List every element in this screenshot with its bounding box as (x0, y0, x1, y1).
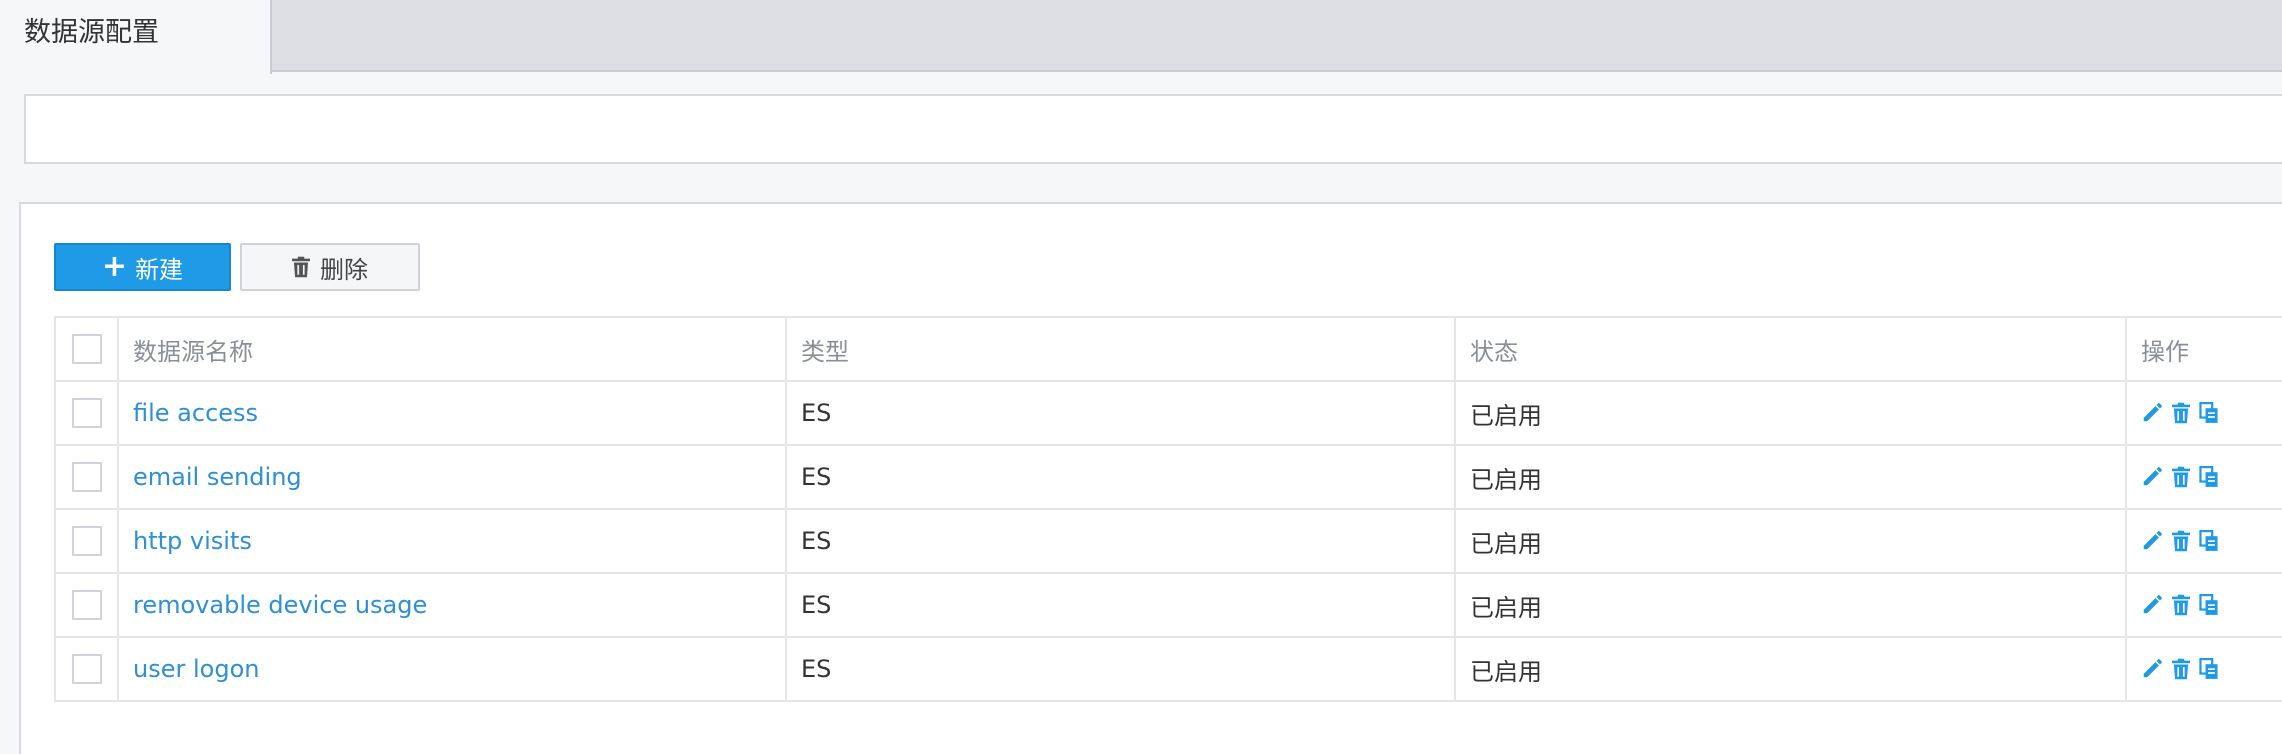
row-type: ES (785, 572, 1456, 638)
row-select-cell (54, 572, 119, 638)
row-type: ES (785, 444, 1456, 510)
row-actions-cell (2125, 444, 2282, 510)
row-status: 已启用 (1454, 444, 2127, 510)
trash-icon[interactable] (2172, 402, 2190, 424)
table-row: email sending ES 已启用 (54, 444, 2282, 510)
row-actions-cell (2125, 572, 2282, 638)
copy-icon[interactable] (2199, 530, 2219, 552)
edit-icon[interactable] (2141, 530, 2163, 552)
data-source-name-link[interactable]: file access (133, 399, 258, 427)
copy-icon[interactable] (2199, 594, 2219, 616)
row-status: 已启用 (1454, 508, 2127, 574)
data-source-name-link[interactable]: http visits (133, 527, 252, 555)
select-all-checkbox[interactable] (71, 334, 102, 364)
row-checkbox[interactable] (71, 398, 102, 428)
row-status: 已启用 (1454, 380, 2127, 446)
copy-icon[interactable] (2199, 402, 2219, 424)
edit-icon[interactable] (2141, 466, 2163, 488)
row-status: 已启用 (1454, 636, 2127, 702)
trash-icon[interactable] (2172, 658, 2190, 680)
row-name-cell: file access (117, 380, 787, 446)
header-type[interactable]: 类型 (785, 316, 1456, 382)
header-name[interactable]: 数据源名称 (117, 316, 787, 382)
row-type: ES (785, 636, 1456, 702)
tab-bar (0, 0, 2282, 72)
header-select-cell (54, 316, 119, 382)
tab-data-source-config[interactable]: 数据源配置 (0, 0, 272, 74)
table-row: user logon ES 已启用 (54, 636, 2282, 702)
row-checkbox[interactable] (71, 462, 102, 492)
header-status[interactable]: 状态 (1454, 316, 2127, 382)
data-source-table: 数据源名称 类型 状态 操作 file access ES 已启用 email … (54, 316, 2282, 702)
new-button[interactable]: + 新建 (54, 243, 231, 291)
edit-icon[interactable] (2141, 658, 2163, 680)
row-checkbox[interactable] (71, 654, 102, 684)
row-name-cell: user logon (117, 636, 787, 702)
table-row: removable device usage ES 已启用 (54, 572, 2282, 638)
plus-icon: + (101, 249, 128, 284)
row-type: ES (785, 380, 1456, 446)
trash-icon (292, 256, 310, 278)
table-header-row: 数据源名称 类型 状态 操作 (54, 316, 2282, 382)
row-actions-cell (2125, 380, 2282, 446)
row-name-cell: http visits (117, 508, 787, 574)
filter-panel (24, 94, 2282, 164)
row-name-cell: email sending (117, 444, 787, 510)
row-type: ES (785, 508, 1456, 574)
row-select-cell (54, 444, 119, 510)
trash-icon[interactable] (2172, 466, 2190, 488)
row-select-cell (54, 636, 119, 702)
table-row: file access ES 已启用 (54, 380, 2282, 446)
row-checkbox[interactable] (71, 590, 102, 620)
delete-button-label: 删除 (320, 255, 368, 284)
table-row: http visits ES 已启用 (54, 508, 2282, 574)
edit-icon[interactable] (2141, 402, 2163, 424)
data-source-name-link[interactable]: removable device usage (133, 591, 427, 619)
row-name-cell: removable device usage (117, 572, 787, 638)
new-button-label: 新建 (135, 255, 184, 284)
copy-icon[interactable] (2199, 658, 2219, 680)
data-source-name-link[interactable]: email sending (133, 463, 302, 491)
delete-button[interactable]: 删除 (240, 243, 420, 291)
row-actions-cell (2125, 636, 2282, 702)
copy-icon[interactable] (2199, 466, 2219, 488)
edit-icon[interactable] (2141, 594, 2163, 616)
tab-label: 数据源配置 (24, 17, 159, 48)
trash-icon[interactable] (2172, 594, 2190, 616)
table-body: file access ES 已启用 email sending ES 已启用 … (54, 380, 2282, 702)
trash-icon[interactable] (2172, 530, 2190, 552)
data-source-name-link[interactable]: user logon (133, 655, 259, 683)
row-select-cell (54, 380, 119, 446)
row-select-cell (54, 508, 119, 574)
header-operations: 操作 (2125, 316, 2282, 382)
row-checkbox[interactable] (71, 526, 102, 556)
row-status: 已启用 (1454, 572, 2127, 638)
row-actions-cell (2125, 508, 2282, 574)
